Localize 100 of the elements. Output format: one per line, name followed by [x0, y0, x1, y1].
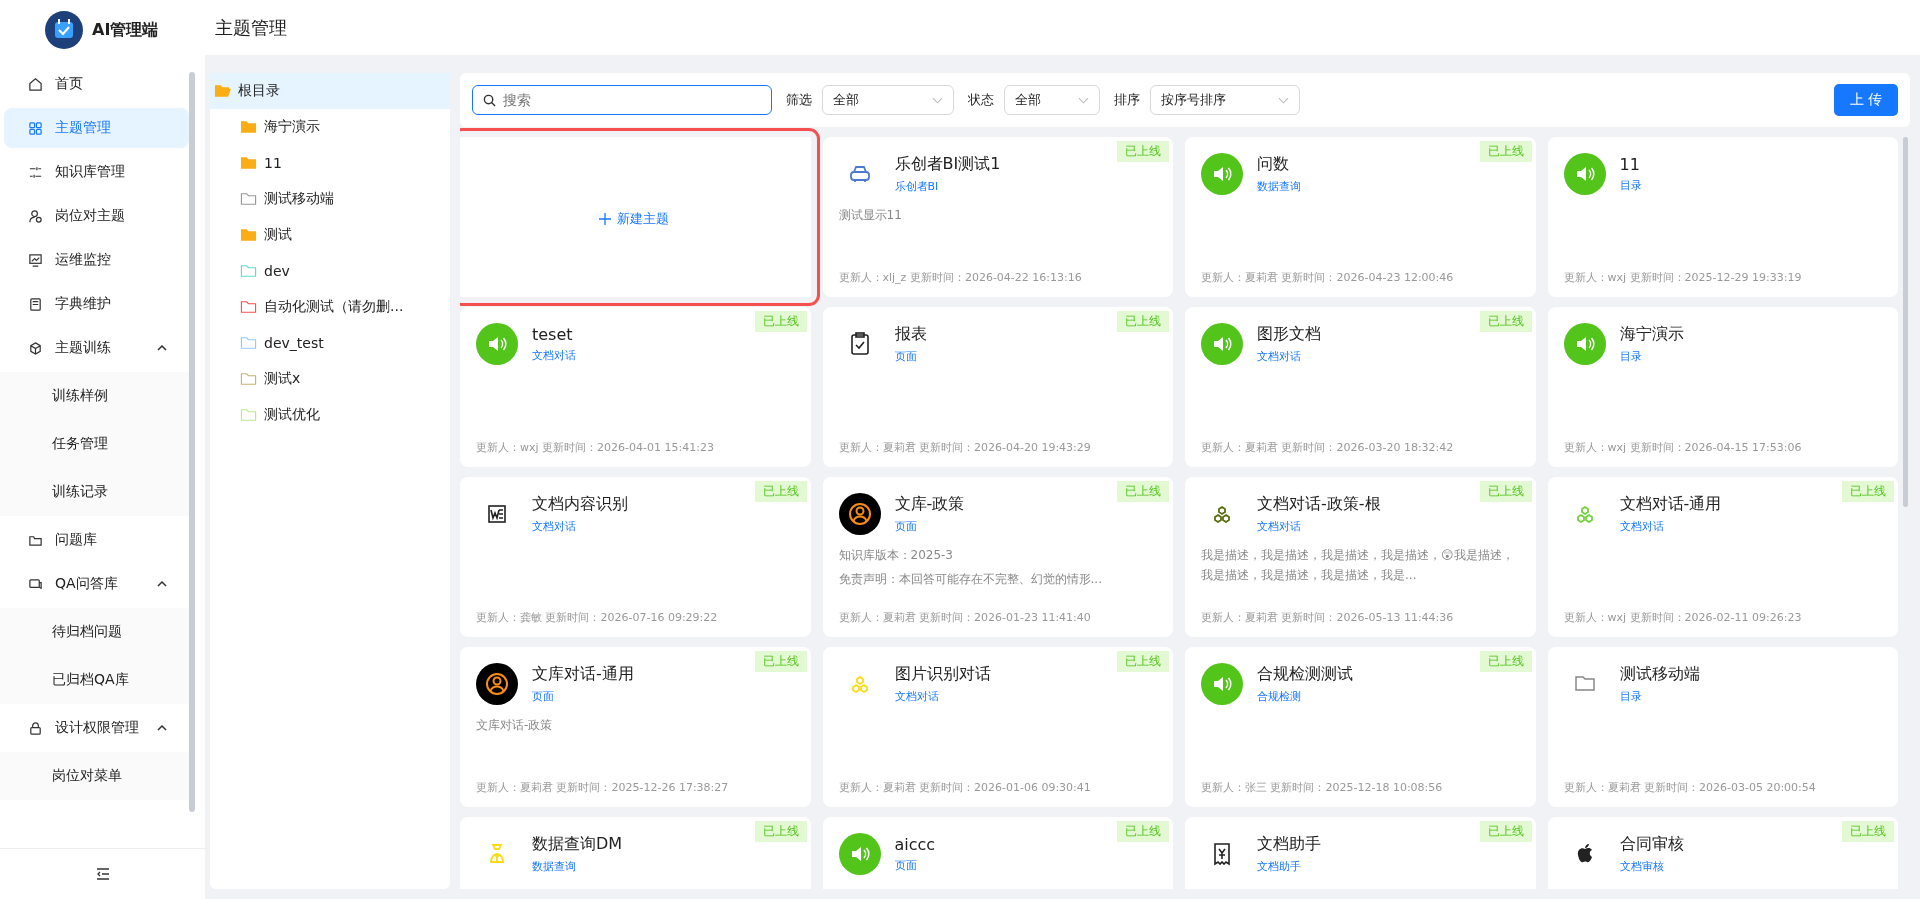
menu-icon [28, 120, 43, 136]
card-type[interactable]: 数据查询 [1257, 179, 1301, 194]
topic-card[interactable]: 已上线 数据查询DM 数据查询 [460, 817, 811, 889]
topic-card[interactable]: 已上线 文档助手 文档助手 [1185, 817, 1536, 889]
menu-item[interactable]: 岗位对主题 [4, 196, 189, 236]
submenu-item[interactable]: 已归档QA库 [0, 656, 193, 704]
card-type[interactable]: 文档审核 [1619, 859, 1684, 874]
card-type[interactable]: 目录 [1619, 178, 1642, 193]
menu-item[interactable]: 主题管理 [4, 108, 189, 148]
submenu-item[interactable]: 岗位对菜单 [0, 752, 193, 800]
menu-item[interactable]: 运维监控 [4, 240, 189, 280]
search-field[interactable]: 搜索 [472, 85, 772, 115]
card-type[interactable]: 目录 [1619, 689, 1700, 704]
new-topic-card[interactable]: 新建主题 [460, 137, 811, 297]
card-type[interactable]: 页面 [894, 858, 936, 873]
card-type[interactable]: 文档对话 [894, 689, 991, 704]
menu-icon [28, 720, 43, 736]
topic-card[interactable]: 已上线 aiccc 页面 [822, 817, 1173, 889]
tree-item[interactable]: 11 [210, 145, 450, 181]
select-field[interactable]: 全部 [1004, 85, 1100, 115]
topic-card[interactable]: 11 目录 更新人：wxj 更新时间：2025-12-29 19:33:19 [1547, 137, 1898, 297]
status-tag: 已上线 [1479, 311, 1532, 332]
tree-item[interactable]: dev_test [210, 325, 450, 361]
topic-card[interactable]: 已上线 报表 页面 更新人：夏莉君 更新时间：2026-04-20 19:43:29 [822, 307, 1173, 467]
card-type[interactable]: 页面 [532, 689, 634, 704]
topic-card[interactable]: 已上线 图片识别对话 文档对话 更新人：夏莉君 更新时间：2026-01-06 09:30:41 [822, 647, 1173, 807]
tree-item[interactable]: 根目录 [210, 73, 450, 109]
topic-card[interactable]: 海宁演示 目录 更新人：wxj 更新时间：2026-04-15 17:53:06 [1547, 307, 1898, 467]
menu-item[interactable]: 首页 [4, 64, 189, 104]
topic-card[interactable]: 已上线 合同审核 文档审核 [1547, 817, 1898, 889]
card-type[interactable]: 页面 [894, 519, 965, 534]
status-tag: 已上线 [1479, 651, 1532, 672]
select-field[interactable]: 按序号排序 [1150, 85, 1300, 115]
card-footer: 更新人：wxj 更新时间：2026-04-01 15:41:23 [476, 440, 793, 455]
menu-icon [28, 76, 43, 92]
topic-card[interactable]: 已上线 乐创者BI测试1 乐创者BI 测试显示11 更新人：xlj_z 更新时间：2026-04-22 16:13:16 [822, 137, 1173, 297]
topic-card[interactable]: 已上线 teset 文档对话 更新人：wxj 更新时间：2026-04-01 15:41:23 [460, 307, 811, 467]
collapse-icon[interactable] [94, 866, 111, 882]
card-type[interactable]: 文档对话 [532, 519, 628, 534]
speaker-icon [1563, 323, 1606, 365]
tree-item[interactable]: 测试优化 [210, 397, 450, 433]
scrollbar[interactable] [1903, 137, 1908, 507]
tree-item[interactable]: 测试x [210, 361, 450, 397]
plus-icon [599, 213, 612, 225]
speaker-icon [1201, 323, 1243, 365]
submenu-item[interactable]: 训练样例 [0, 372, 193, 420]
card-type[interactable]: 文档对话 [1257, 349, 1321, 364]
upload-button[interactable]: 上 传 [1834, 84, 1898, 116]
status-tag: 已上线 [1479, 141, 1532, 162]
topic-card[interactable]: 已上线 文档对话-通用 文档对话 更新人：wxj 更新时间：2026-02-11 09:26:23 [1547, 477, 1898, 637]
menu-item[interactable]: 知识库管理 [4, 152, 189, 192]
select-field[interactable]: 全部 [822, 85, 954, 115]
tree-item[interactable]: 自动化测试（请勿删... [210, 289, 450, 325]
page-title: 主题管理 [215, 15, 287, 40]
logo-icon [44, 10, 84, 50]
card-type[interactable]: 乐创者BI [894, 179, 1001, 194]
card-type[interactable]: 页面 [894, 349, 927, 364]
topic-card[interactable]: 已上线 文档对话-政策-根 文档对话 我是描述，我是描述，我是描述，我是描述，😲我是描述，我是描述，我是描述，我是描述，我是... 更新人：夏莉君 更新时间：2026-05-13 11:44:36 [1185, 477, 1536, 637]
card-type[interactable]: 文档助手 [1257, 859, 1321, 874]
submenu-item[interactable]: 任务管理 [0, 420, 193, 468]
card-description: 测试显示11 [838, 207, 903, 224]
card-type[interactable]: 文档对话 [532, 348, 576, 363]
card-type[interactable]: 目录 [1619, 349, 1684, 364]
status-tag: 已上线 [1479, 821, 1532, 842]
tree-item[interactable]: 测试 [210, 217, 450, 253]
card-footer: 更新人：wxj 更新时间：2026-02-11 09:26:23 [1563, 610, 1880, 625]
submenu-item[interactable]: 待归档问题 [0, 608, 193, 656]
card-title: 合同审核 [1619, 834, 1684, 855]
topic-card[interactable]: 已上线 图形文档 文档对话 更新人：夏莉君 更新时间：2026-03-20 18:32:42 [1185, 307, 1536, 467]
scrollbar[interactable] [189, 72, 195, 812]
submenu-item[interactable]: 训练记录 [0, 468, 193, 516]
menu-item[interactable]: 设计权限管理 [4, 708, 189, 748]
tree-item[interactable]: dev [210, 253, 450, 289]
topic-card[interactable]: 已上线 文库-政策 页面 知识库版本：2025-3 免责声明：本回答可能存在不完整、幻觉的情形... 更新人：夏莉君 更新时间：2026-01-23 11:41:40 [822, 477, 1173, 637]
tree-item[interactable]: 测试移动端 [210, 181, 450, 217]
status-tag: 已上线 [1117, 821, 1169, 842]
card-description: 免责声明：本回答可能存在不完整、幻觉的情形... [838, 571, 1103, 588]
topic-card[interactable]: 测试移动端 目录 更新人：夏莉君 更新时间：2026-03-05 20:00:54 [1547, 647, 1898, 807]
menu-item[interactable]: 主题训练 [4, 328, 189, 368]
card-title: 海宁演示 [1619, 324, 1684, 345]
topic-card[interactable]: 已上线 问数 数据查询 更新人：夏莉君 更新时间：2026-04-23 12:00:46 [1185, 137, 1536, 297]
chevron-icon [932, 96, 943, 104]
app-name: AI管理端 [92, 19, 159, 41]
speaker-icon [1563, 153, 1606, 195]
card-type[interactable]: 数据查询 [532, 859, 623, 874]
topic-card[interactable]: 已上线 文档内容识别 文档对话 更新人：龚敏 更新时间：2026-07-16 09:29:22 [460, 477, 811, 637]
status-tag: 已上线 [1842, 481, 1894, 502]
card-footer: 更新人：夏莉君 更新时间：2025-12-26 17:38:27 [476, 780, 793, 795]
card-type[interactable]: 合规检测 [1257, 689, 1353, 704]
menu-item[interactable]: 字典维护 [4, 284, 189, 324]
menu-item[interactable]: QA问答库 [4, 564, 189, 604]
card-type[interactable]: 文档对话 [1257, 519, 1381, 534]
card-type[interactable]: 文档对话 [1619, 519, 1722, 534]
menu-item[interactable]: 问题库 [4, 520, 189, 560]
topic-card[interactable]: 已上线 文库对话-通用 页面 文库对话-政策 更新人：夏莉君 更新时间：2025-12-26 17:38:27 [460, 647, 811, 807]
speaker-icon [1201, 663, 1243, 705]
tree-item[interactable]: 海宁演示 [210, 109, 450, 145]
card-footer: 更新人：夏莉君 更新时间：2026-04-23 12:00:46 [1201, 270, 1518, 285]
menu-icon [28, 164, 43, 180]
card-title: 乐创者BI测试1 [894, 154, 1001, 175]
